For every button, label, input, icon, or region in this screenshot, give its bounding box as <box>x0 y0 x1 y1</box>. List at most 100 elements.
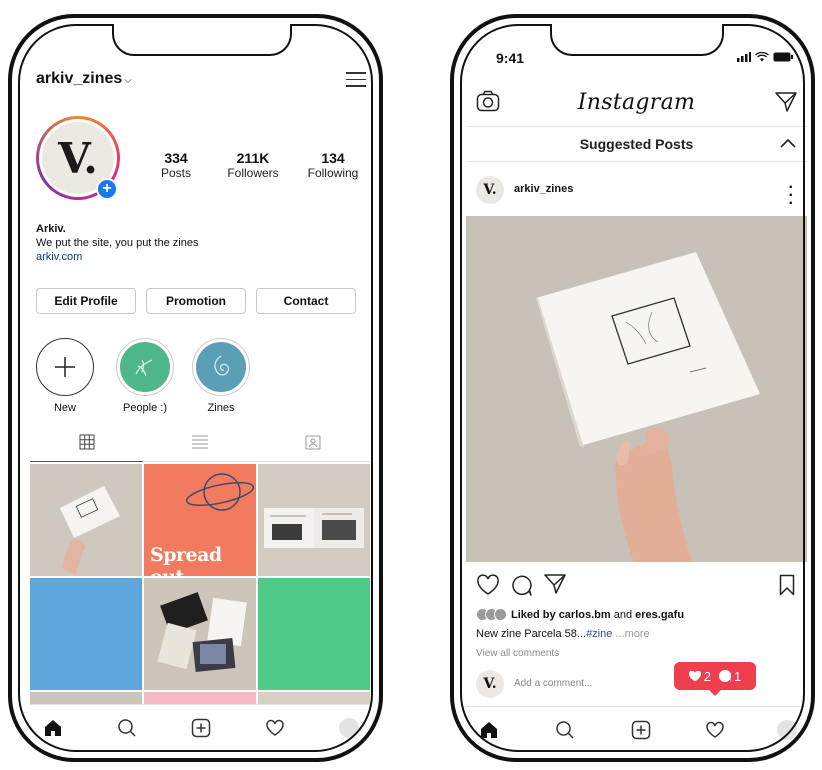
tab-list[interactable] <box>143 422 256 462</box>
stat-followers-label: Followers <box>227 166 279 180</box>
tab-grid[interactable] <box>30 422 143 462</box>
chevron-up-icon[interactable] <box>779 135 797 156</box>
wifi-icon <box>755 52 769 62</box>
caption-hashtag[interactable]: #zine <box>586 628 612 640</box>
tab-tagged[interactable] <box>256 422 369 462</box>
plus-icon <box>40 342 90 392</box>
phone-notch <box>112 24 292 56</box>
new-post-icon[interactable] <box>630 719 652 741</box>
profile-avatar-icon[interactable] <box>776 719 798 741</box>
instagram-top-bar: Instagram <box>466 82 807 122</box>
stat-following-value: 134 <box>321 150 345 166</box>
heart-icon[interactable] <box>704 719 726 741</box>
highlight-label: People :) <box>122 402 168 414</box>
signal-icon <box>737 52 751 62</box>
add-comment-input[interactable]: Add a comment... <box>514 678 592 689</box>
home-icon[interactable] <box>42 717 64 739</box>
liked-by-user[interactable]: carlos.bm <box>559 609 611 621</box>
grid-post-spread-out[interactable]: Spread out <box>144 464 256 576</box>
highlight-label: New <box>53 402 76 414</box>
post-image[interactable] <box>466 216 807 562</box>
instagram-logo-title: Instagram <box>577 90 696 115</box>
profile-top-bar: arkiv_zines ⌵ <box>30 58 370 102</box>
highlight-zines[interactable]: Zines <box>192 338 250 414</box>
feed-phone-frame: 9:41 Instagram Suggested Posts V. arkiv_… <box>450 14 815 762</box>
commenter-avatar: V. <box>476 670 504 698</box>
post-header: V. arkiv_zines ... <box>466 170 807 210</box>
add-story-plus-icon[interactable]: + <box>96 178 118 200</box>
bio-text: We put the site, you put the zines <box>36 237 199 249</box>
activity-notification-bubble[interactable]: 2 1 <box>674 662 756 696</box>
tagged-user-icon <box>305 435 320 450</box>
new-post-icon[interactable] <box>190 717 212 739</box>
feed-bottom-nav <box>466 706 807 752</box>
grid-post-open-zine[interactable] <box>258 464 370 576</box>
liked-and: and <box>613 608 633 621</box>
username-label: arkiv_zines <box>36 70 123 87</box>
direct-message-icon[interactable] <box>775 92 797 117</box>
status-time: 9:41 <box>496 50 525 66</box>
list-icon <box>191 435 208 449</box>
phone-notch <box>550 24 724 56</box>
battery-icon <box>773 52 793 62</box>
highlight-new[interactable]: New <box>36 338 94 414</box>
grid-post-zine-hand[interactable] <box>30 464 142 576</box>
hamburger-icon[interactable] <box>346 72 366 88</box>
liked-by-prefix: Liked by <box>511 608 556 621</box>
comment-icon[interactable] <box>510 574 532 601</box>
notification-comment-count: 1 <box>734 668 742 684</box>
grid-post-blue[interactable] <box>30 578 142 690</box>
liker-avatars <box>476 608 507 621</box>
stat-posts-label: Posts <box>160 166 191 180</box>
bio-link[interactable]: arkiv.com <box>36 250 198 264</box>
share-icon[interactable] <box>544 574 566 599</box>
grid-post-green[interactable] <box>258 578 370 690</box>
stat-followers-value: 211K <box>236 150 270 166</box>
search-icon[interactable] <box>116 717 138 739</box>
search-icon[interactable] <box>554 719 576 741</box>
stat-followers[interactable]: 211K Followers <box>218 150 288 180</box>
profile-bottom-nav <box>30 704 370 750</box>
post-actions <box>466 572 807 600</box>
highlight-label: Zines <box>207 402 235 414</box>
status-icons <box>737 52 793 62</box>
liked-by-row[interactable]: Liked by carlos.bm and eres.gafu <box>476 608 684 621</box>
view-all-comments-link[interactable]: View all comments <box>476 648 559 659</box>
edit-profile-button[interactable]: Edit Profile <box>36 288 136 314</box>
notification-like-count: 2 <box>703 668 711 684</box>
zines-highlight-icon <box>196 342 246 392</box>
highlight-people[interactable]: People :) <box>116 338 174 414</box>
promotion-button[interactable]: Promotion <box>146 288 246 314</box>
stat-following-label: Following <box>307 166 359 180</box>
grid-post-cards[interactable] <box>144 578 256 690</box>
profile-screen: arkiv_zines ⌵ V. + 334 Posts 211K Followe… <box>30 58 370 750</box>
comment-filled-icon <box>719 670 731 682</box>
home-icon[interactable] <box>478 719 500 741</box>
post-username[interactable]: arkiv_zines <box>514 183 573 195</box>
heart-filled-icon <box>688 670 701 681</box>
post-caption: New zine Parcela 58...#zine ...more <box>476 628 650 640</box>
grid-icon <box>79 434 94 449</box>
more-options-icon[interactable]: ... <box>789 176 793 208</box>
suggested-posts-title: Suggested Posts <box>579 136 694 152</box>
heart-icon[interactable] <box>264 717 286 739</box>
profile-bio: Arkiv. We put the site, you put the zine… <box>36 222 198 264</box>
spread-out-text: Spread out <box>150 544 222 576</box>
caption-more-link[interactable]: ...more <box>612 628 649 640</box>
suggested-posts-header: Suggested Posts <box>466 126 807 162</box>
profile-avatar-icon[interactable] <box>338 717 360 739</box>
feed-screen: 9:41 Instagram Suggested Posts V. arkiv_… <box>466 42 807 752</box>
contact-button[interactable]: Contact <box>256 288 356 314</box>
stat-following[interactable]: 134 Following <box>298 150 368 180</box>
caption-text: New zine Parcela 58... <box>476 628 587 640</box>
like-heart-icon[interactable] <box>476 574 500 601</box>
chevron-down-icon: ⌵ <box>124 75 132 86</box>
post-avatar[interactable]: V. <box>476 176 504 204</box>
bio-name: Arkiv. <box>36 223 66 235</box>
bookmark-icon[interactable] <box>779 574 795 601</box>
profile-phone-frame: arkiv_zines ⌵ V. + 334 Posts 211K Followe… <box>8 14 383 762</box>
stat-posts[interactable]: 334 Posts <box>146 150 206 180</box>
people-highlight-icon <box>120 342 170 392</box>
username-switcher[interactable]: arkiv_zines ⌵ <box>36 70 132 88</box>
liked-other[interactable]: eres.gafu <box>635 609 684 621</box>
